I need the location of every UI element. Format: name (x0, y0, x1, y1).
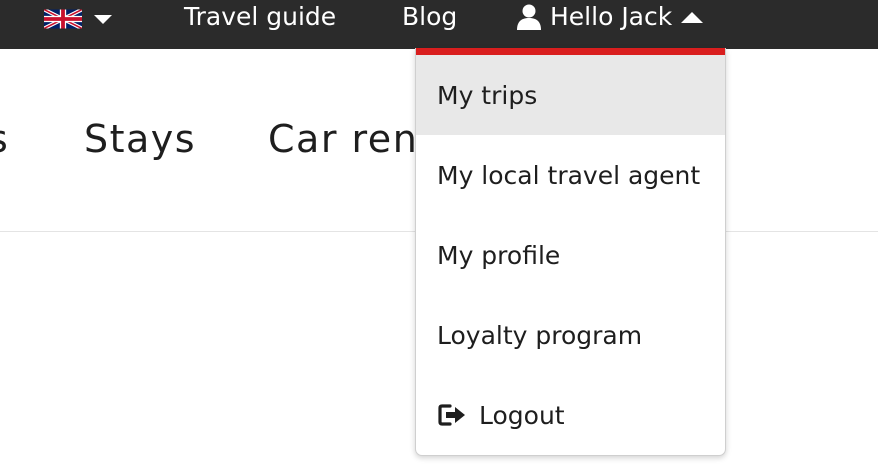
account-dropdown: My trips My local travel agent My profil… (415, 48, 726, 456)
menu-item-loyalty-program[interactable]: Loyalty program (416, 295, 725, 375)
nav-travel-guide[interactable]: Travel guide (184, 0, 336, 34)
menu-item-label: Logout (479, 400, 565, 430)
caret-down-icon (94, 14, 112, 24)
top-bar: Travel guide Blog Hello Jack (0, 0, 878, 49)
subnav-item-stays[interactable]: Stays (84, 116, 196, 162)
account-menu-toggle[interactable]: Hello Jack (516, 0, 704, 34)
subnav-item-partial[interactable]: s (0, 116, 9, 162)
menu-item-logout[interactable]: Logout (416, 375, 725, 455)
menu-item-label: My profile (437, 240, 561, 270)
menu-item-my-trips[interactable]: My trips (416, 55, 725, 135)
logout-icon (438, 404, 465, 426)
menu-item-my-profile[interactable]: My profile (416, 215, 725, 295)
uk-flag-icon (44, 9, 82, 29)
menu-item-my-local-travel-agent[interactable]: My local travel agent (416, 135, 725, 215)
menu-item-label: My local travel agent (437, 160, 701, 190)
user-icon (517, 4, 541, 30)
dropdown-accent-bar (416, 48, 725, 55)
language-selector[interactable] (44, 6, 112, 32)
page: Travel guide Blog Hello Jack s Stays Car… (0, 0, 878, 476)
menu-item-label: Loyalty program (437, 320, 643, 350)
account-greeting: Hello Jack (550, 2, 673, 31)
nav-blog[interactable]: Blog (402, 0, 457, 34)
menu-item-label: My trips (437, 80, 538, 110)
caret-up-icon (681, 11, 704, 23)
